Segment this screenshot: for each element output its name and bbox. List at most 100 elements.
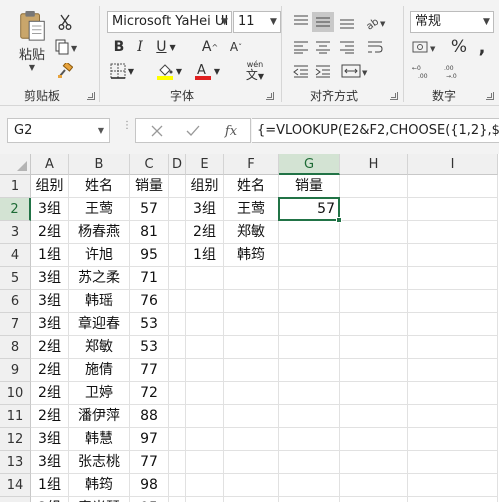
- cell-e6[interactable]: [186, 290, 224, 313]
- decrease-indent-button[interactable]: [290, 61, 312, 81]
- cell-b7[interactable]: 章迎春: [69, 313, 130, 336]
- cell-f2[interactable]: 王莺: [224, 198, 279, 221]
- shrink-font-button[interactable]: Aˇ: [226, 37, 246, 57]
- cell-c15[interactable]: 95: [130, 497, 169, 502]
- cell-d7[interactable]: [169, 313, 186, 336]
- cell-c10[interactable]: 72: [130, 382, 169, 405]
- cell-b15[interactable]: 秦光琴: [69, 497, 130, 502]
- cell-d2[interactable]: [169, 198, 186, 221]
- cell-g14[interactable]: [279, 474, 340, 497]
- cell-a3[interactable]: 2组: [31, 221, 69, 244]
- align-left-button[interactable]: [290, 37, 312, 57]
- row-header-9[interactable]: 9: [0, 359, 31, 382]
- merge-center-button[interactable]: ▼: [338, 61, 372, 81]
- cell-c3[interactable]: 81: [130, 221, 169, 244]
- cell-h10[interactable]: [340, 382, 408, 405]
- row-header-1[interactable]: 1: [0, 175, 31, 198]
- cell-a8[interactable]: 2组: [31, 336, 69, 359]
- cell-b4[interactable]: 许旭: [69, 244, 130, 267]
- column-header-f[interactable]: F: [224, 154, 279, 175]
- format-painter-button[interactable]: [56, 61, 74, 81]
- cell-h11[interactable]: [340, 405, 408, 428]
- cell-c7[interactable]: 53: [130, 313, 169, 336]
- cell-i9[interactable]: [408, 359, 498, 382]
- row-header-2[interactable]: 2: [0, 198, 31, 221]
- cell-e3[interactable]: 2组: [186, 221, 224, 244]
- cell-i4[interactable]: [408, 244, 498, 267]
- row-header-11[interactable]: 11: [0, 405, 31, 428]
- cell-e8[interactable]: [186, 336, 224, 359]
- cell-f4[interactable]: 韩筠: [224, 244, 279, 267]
- cell-h8[interactable]: [340, 336, 408, 359]
- formula-bar-grip-icon[interactable]: ⋮: [122, 121, 132, 138]
- cell-i10[interactable]: [408, 382, 498, 405]
- row-header-6[interactable]: 6: [0, 290, 31, 313]
- cell-g4[interactable]: [279, 244, 340, 267]
- cell-a6[interactable]: 3组: [31, 290, 69, 313]
- cell-a9[interactable]: 2组: [31, 359, 69, 382]
- cell-h4[interactable]: [340, 244, 408, 267]
- cell-f1[interactable]: 姓名: [224, 175, 279, 198]
- cell-a5[interactable]: 3组: [31, 267, 69, 290]
- cell-i13[interactable]: [408, 451, 498, 474]
- cell-h2[interactable]: [340, 198, 408, 221]
- cell-e9[interactable]: [186, 359, 224, 382]
- cell-b9[interactable]: 施倩: [69, 359, 130, 382]
- cell-e15[interactable]: [186, 497, 224, 502]
- cell-f9[interactable]: [224, 359, 279, 382]
- cell-b14[interactable]: 韩筠: [69, 474, 130, 497]
- wrap-text-button[interactable]: [364, 37, 386, 57]
- cell-i6[interactable]: [408, 290, 498, 313]
- cell-f7[interactable]: [224, 313, 279, 336]
- cell-g15[interactable]: [279, 497, 340, 502]
- cancel-button[interactable]: [148, 122, 166, 140]
- italic-button[interactable]: I: [131, 37, 149, 57]
- cell-f11[interactable]: [224, 405, 279, 428]
- cell-e5[interactable]: [186, 267, 224, 290]
- row-header-3[interactable]: 3: [0, 221, 31, 244]
- cell-b2[interactable]: 王莺: [69, 198, 130, 221]
- grow-font-button[interactable]: A ^: [200, 37, 220, 57]
- bold-button[interactable]: B: [110, 37, 128, 57]
- cell-b6[interactable]: 韩瑶: [69, 290, 130, 313]
- cell-d10[interactable]: [169, 382, 186, 405]
- row-header-12[interactable]: 12: [0, 428, 31, 451]
- cell-b1[interactable]: 姓名: [69, 175, 130, 198]
- cell-g10[interactable]: [279, 382, 340, 405]
- cell-e12[interactable]: [186, 428, 224, 451]
- cell-d11[interactable]: [169, 405, 186, 428]
- cell-c1[interactable]: 销量: [130, 175, 169, 198]
- column-header-b[interactable]: B: [69, 154, 130, 175]
- cell-e13[interactable]: [186, 451, 224, 474]
- cell-g8[interactable]: [279, 336, 340, 359]
- cell-g3[interactable]: [279, 221, 340, 244]
- cell-e10[interactable]: [186, 382, 224, 405]
- cell-e14[interactable]: [186, 474, 224, 497]
- cell-b12[interactable]: 韩慧: [69, 428, 130, 451]
- insert-function-button[interactable]: fx: [220, 122, 242, 140]
- cell-d8[interactable]: [169, 336, 186, 359]
- row-header-8[interactable]: 8: [0, 336, 31, 359]
- cell-a13[interactable]: 3组: [31, 451, 69, 474]
- enter-button[interactable]: [184, 122, 202, 140]
- cell-i14[interactable]: [408, 474, 498, 497]
- comma-style-button[interactable]: ,: [472, 37, 492, 58]
- cell-a4[interactable]: 1组: [31, 244, 69, 267]
- cell-b8[interactable]: 郑敏: [69, 336, 130, 359]
- cell-b5[interactable]: 苏之柔: [69, 267, 130, 290]
- borders-button[interactable]: ▼: [107, 61, 137, 81]
- align-right-button[interactable]: [336, 37, 358, 57]
- fill-handle[interactable]: [336, 217, 342, 223]
- orientation-button[interactable]: ab ▼: [362, 12, 390, 32]
- cell-a10[interactable]: 2组: [31, 382, 69, 405]
- alignment-dialog-launcher-icon[interactable]: [390, 92, 398, 100]
- row-header-4[interactable]: 4: [0, 244, 31, 267]
- cell-a2[interactable]: 3组: [31, 198, 69, 221]
- cell-i5[interactable]: [408, 267, 498, 290]
- font-name-dropdown[interactable]: Microsoft YaHei UI ▼: [107, 11, 232, 33]
- cell-g2[interactable]: 57: [279, 198, 340, 221]
- cell-f6[interactable]: [224, 290, 279, 313]
- font-dialog-launcher-icon[interactable]: [266, 92, 274, 100]
- fill-color-button[interactable]: ▼: [154, 61, 184, 81]
- cell-i1[interactable]: [408, 175, 498, 198]
